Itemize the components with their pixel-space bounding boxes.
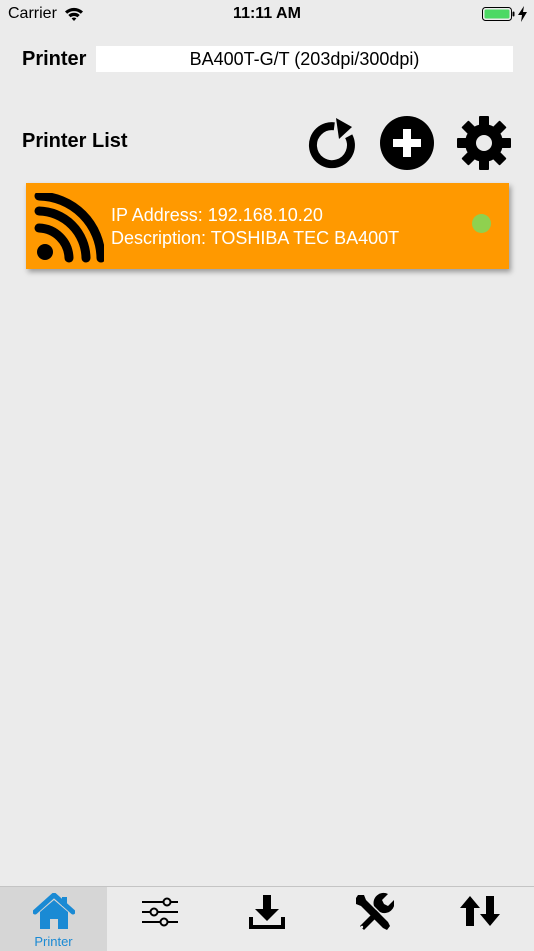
printer-model-field[interactable]: BA400T-G/T (203dpi/300dpi): [96, 46, 513, 72]
tab-printer[interactable]: Printer: [0, 887, 107, 951]
printer-description: Description: TOSHIBA TEC BA400T: [111, 228, 400, 248]
tab-transfer[interactable]: [427, 887, 534, 951]
tab-sliders[interactable]: [107, 887, 214, 951]
home-icon: [32, 892, 76, 936]
tab-download[interactable]: [213, 887, 320, 951]
status-bar: Carrier 11:11 AM: [0, 0, 534, 28]
printer-list-item[interactable]: IP Address: 192.168.10.20 Description: T…: [26, 183, 509, 269]
printer-ip-address: IP Address: 192.168.10.20: [111, 205, 323, 225]
tab-printer-label: Printer: [34, 934, 73, 949]
add-icon: [378, 114, 436, 172]
battery-icon: [482, 6, 516, 27]
tools-icon: [352, 892, 395, 937]
tab-tools[interactable]: [320, 887, 427, 951]
tab-bar: Printer: [0, 886, 534, 951]
sliders-icon: [140, 897, 180, 932]
refresh-icon: [302, 114, 360, 172]
add-printer-button[interactable]: [378, 114, 436, 172]
settings-icon: [455, 114, 513, 172]
settings-button[interactable]: [455, 114, 513, 172]
wireless-icon: [34, 191, 106, 268]
transfer-arrows-icon: [460, 894, 500, 933]
connection-status-dot: [472, 214, 491, 233]
printer-label: Printer: [22, 48, 87, 70]
download-icon: [247, 893, 287, 936]
clock: 11:11 AM: [233, 5, 301, 22]
charging-bolt-icon: [518, 6, 527, 27]
printer-list-label: Printer List: [22, 130, 128, 152]
refresh-button[interactable]: [302, 114, 360, 172]
